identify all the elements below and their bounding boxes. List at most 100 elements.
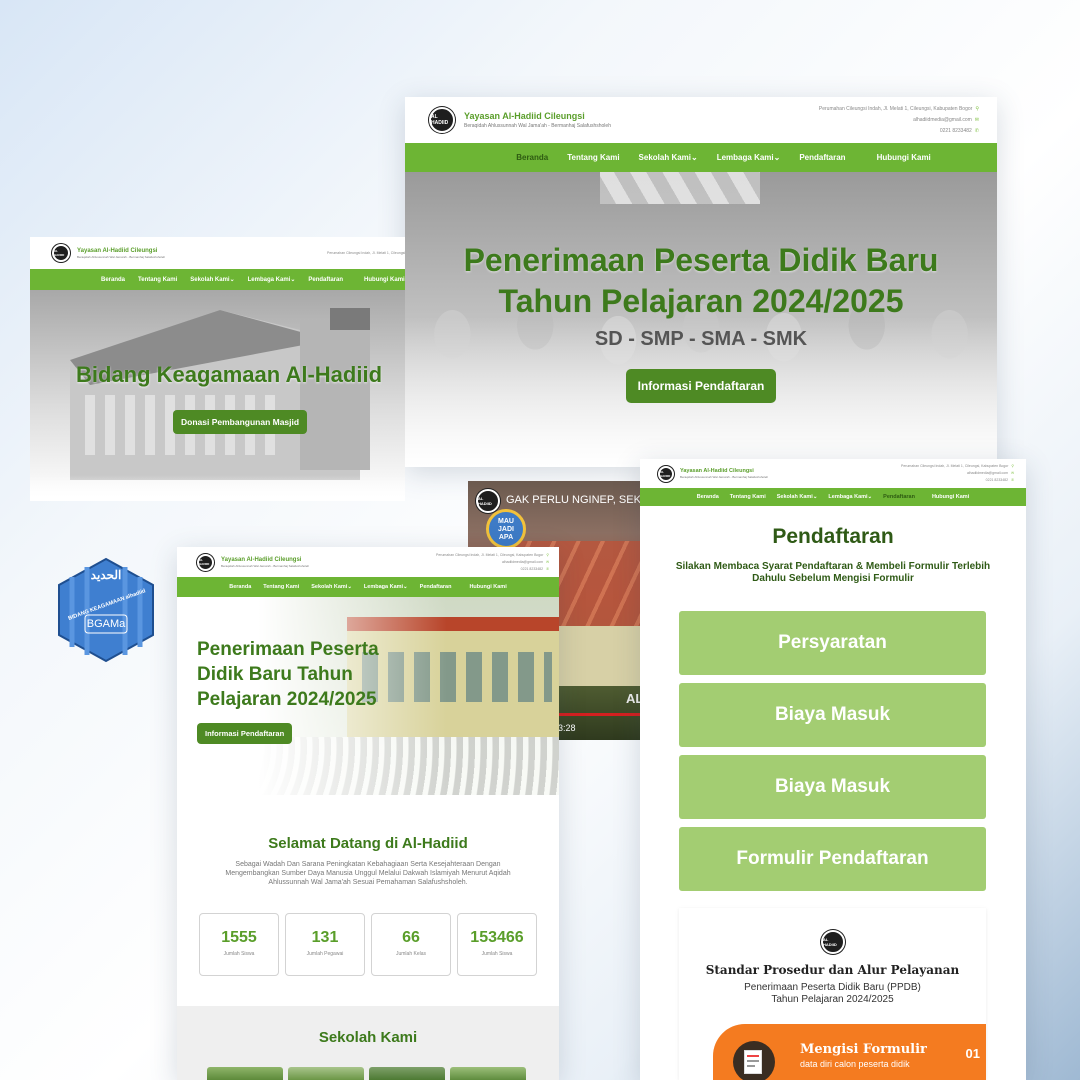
brand[interactable]: AL HADIID Yayasan Al-Hadiid Cileungsi Be… <box>429 107 611 133</box>
nav-sekolah-label: Sekolah Kami <box>190 277 230 283</box>
school-thumb[interactable] <box>207 1067 283 1080</box>
school-thumb[interactable] <box>288 1067 364 1080</box>
stat-label: Jumlah Pegawai <box>306 951 344 957</box>
nav-beranda[interactable]: Beranda <box>101 277 125 283</box>
brand-tagline: Beraqidah Ahlussunnah Wal Jama'ah - Berm… <box>77 254 166 259</box>
brand-name: Yayasan Al-Hadiid Cileungsi <box>221 556 302 563</box>
nav-sekolah[interactable]: Sekolah Kami⌄ <box>777 494 818 500</box>
donasi-masjid-button[interactable]: Donasi Pembangunan Masjid <box>173 410 308 434</box>
brand[interactable]: AL HADIID Yayasan Al-Hadiid Cileungsi Be… <box>52 244 165 262</box>
sop-line2: Tahun Pelajaran 2024/2025 <box>771 994 894 1005</box>
main-nav: Beranda Tentang Kami Sekolah Kami⌄ Lemba… <box>30 269 405 290</box>
step-subtitle: data diri calon peserta didik <box>800 1059 910 1069</box>
home-hero: Penerimaan Peserta Didik Baru Tahun Pela… <box>177 597 559 795</box>
site-header: AL HADIID Yayasan Al-Hadiid Cileungsi Be… <box>30 237 405 269</box>
email-text[interactable]: alhadiidmedia@gmail.com <box>913 117 972 123</box>
main-nav: Beranda Tentang Kami Sekolah Kami⌄ Lemba… <box>177 577 559 597</box>
site-header: AL HADIID Yayasan Al-Hadiid Cileungsi Be… <box>405 97 997 143</box>
home-page-screenshot: AL HADIID Yayasan Al-Hadiid Cileungsi Be… <box>177 547 559 1080</box>
home-info-pendaftaran-button[interactable]: Informasi Pendaftaran <box>197 723 293 744</box>
info-pendaftaran-button[interactable]: Informasi Pendaftaran <box>625 369 777 403</box>
contact-info: Perumahan Cileungsi Indah, Jl. Melati 1,… <box>327 251 405 255</box>
hero-banner: Penerimaan Peserta Didik Baru Tahun Pela… <box>405 172 997 467</box>
nav-hubungi[interactable]: Hubungi Kami <box>932 494 969 500</box>
step-card[interactable]: Mengisi Formulir data diri calon peserta… <box>713 1024 986 1080</box>
nav-beranda[interactable]: Beranda <box>229 584 251 590</box>
pendaftaran-screenshot: AL HADIID Yayasan Al-Hadiid Cileungsi Be… <box>640 459 1026 1080</box>
contact-info: Perumahan Cileungsi Indah, Jl. Melati 1,… <box>436 552 549 573</box>
main-hero-screenshot: AL HADIID Yayasan Al-Hadiid Cileungsi Be… <box>405 97 997 467</box>
stat-card: 153466 Jumlah Siswa <box>457 913 537 976</box>
sekolah-section: Sekolah Kami <box>177 1006 559 1080</box>
nav-hubungi[interactable]: Hubungi Kami <box>364 277 405 283</box>
nav-hubungi[interactable]: Hubungi Kami <box>877 153 931 162</box>
brand-tagline: Beraqidah Ahlussunnah Wal Jama'ah - Berm… <box>464 123 611 129</box>
video-time: 3:28 <box>558 723 576 733</box>
phone-text[interactable]: 0221 8233482 <box>940 128 972 134</box>
nav-sekolah-label: Sekolah Kami <box>776 494 813 500</box>
nav-pendaftaran[interactable]: Pendaftaran <box>308 277 343 283</box>
step-number: 01 <box>965 1046 980 1061</box>
biaya-masuk-button-2[interactable]: Biaya Masuk <box>679 755 986 819</box>
phone-icon: ✆ <box>1011 478 1014 482</box>
badge-line1: MAU <box>498 518 514 525</box>
school-thumb[interactable] <box>450 1067 526 1080</box>
brand-tagline: Beraqidah Ahlussunnah Wal Jama'ah - Berm… <box>221 563 310 568</box>
formulir-pendaftaran-button[interactable]: Formulir Pendaftaran <box>679 827 986 891</box>
phone-text[interactable]: 0221 8233482 <box>986 478 1008 482</box>
site-logo: AL HADIID <box>197 553 214 571</box>
nav-lembaga-label: Lembaga Kami <box>363 584 404 590</box>
email-text[interactable]: alhadiidmedia@gmail.com <box>967 471 1008 475</box>
brand[interactable]: AL HADIID Yayasan Al-Hadiid Cileungsi Be… <box>197 553 310 571</box>
brand[interactable]: AL HADIID Yayasan Al-Hadiid Cileungsi Be… <box>658 465 768 482</box>
chevron-down-icon: ⌄ <box>403 584 408 590</box>
persyaratan-button[interactable]: Persyaratan <box>679 611 986 675</box>
stat-value: 1555 <box>221 929 257 946</box>
video-overlay-text: AL <box>626 691 640 706</box>
nav-hubungi[interactable]: Hubungi Kami <box>469 584 506 590</box>
phone-text[interactable]: 0221 8233482 <box>521 567 543 571</box>
nav-beranda[interactable]: Beranda <box>697 494 719 500</box>
sop-title: Standar Prosedur dan Alur Pelayanan <box>705 963 960 977</box>
chevron-down-icon: ⌄ <box>229 277 235 283</box>
welcome-title: Selamat Datang di Al-Hadiid <box>268 835 468 852</box>
nav-lembaga[interactable]: Lembaga Kami⌄ <box>364 584 408 590</box>
nav-tentang[interactable]: Tentang Kami <box>567 153 619 162</box>
site-logo: AL HADIID <box>52 244 70 262</box>
nav-lembaga-label: Lembaga Kami <box>828 494 868 500</box>
nav-sekolah[interactable]: Sekolah Kami⌄ <box>311 584 352 590</box>
address-text: Perumahan Cileungsi Indah, Jl. Melati 1,… <box>436 552 544 557</box>
nav-lembaga[interactable]: Lembaga Kami⌄ <box>717 153 781 162</box>
nav-sekolah[interactable]: Sekolah Kami⌄ <box>639 153 698 162</box>
nav-tentang[interactable]: Tentang Kami <box>730 494 766 500</box>
main-nav: Beranda Tentang Kami Sekolah Kami⌄ Lemba… <box>405 143 997 172</box>
keagamaan-screenshot: AL HADIID Yayasan Al-Hadiid Cileungsi Be… <box>30 237 405 501</box>
stat-value: 66 <box>402 929 420 946</box>
badge-line3: APA <box>498 534 514 541</box>
site-logo: AL HADIID <box>658 465 674 482</box>
nav-lembaga-label: Lembaga Kami <box>247 277 291 283</box>
nav-sekolah[interactable]: Sekolah Kami⌄ <box>190 276 234 283</box>
stat-value: 131 <box>311 929 339 946</box>
stat-label: Jumlah Siswa <box>481 951 513 957</box>
nav-pendaftaran[interactable]: Pendaftaran <box>420 584 452 590</box>
nav-beranda[interactable]: Beranda <box>516 153 548 162</box>
nav-lembaga[interactable]: Lembaga Kami⌄ <box>828 494 872 500</box>
brand-name: Yayasan Al-Hadiid Cileungsi <box>464 111 585 121</box>
nav-pendaftaran[interactable]: Pendaftaran <box>883 494 915 500</box>
nav-tentang[interactable]: Tentang Kami <box>138 277 177 283</box>
stat-value: 153466 <box>470 929 524 946</box>
email-text[interactable]: alhadiidmedia@gmail.com <box>502 560 543 564</box>
address-text: Perumahan Cileungsi Indah, Jl. Melati 1,… <box>327 251 405 255</box>
biaya-masuk-button[interactable]: Biaya Masuk <box>679 683 986 747</box>
mail-icon: ✉ <box>546 559 549 564</box>
nav-tentang[interactable]: Tentang Kami <box>263 584 299 590</box>
school-thumb[interactable] <box>369 1067 445 1080</box>
nav-pendaftaran[interactable]: Pendaftaran <box>799 153 845 162</box>
stat-card: 1555 Jumlah Siswa <box>199 913 279 976</box>
step-title: Mengisi Formulir <box>800 1042 927 1057</box>
nav-lembaga[interactable]: Lembaga Kami⌄ <box>248 276 296 283</box>
bgama-arabic: الحديد <box>90 568 122 582</box>
stat-label: Jumlah Siswa <box>223 951 255 957</box>
welcome-text: Sebagai Wadah Dan Sarana Peningkatan Keb… <box>225 861 511 886</box>
